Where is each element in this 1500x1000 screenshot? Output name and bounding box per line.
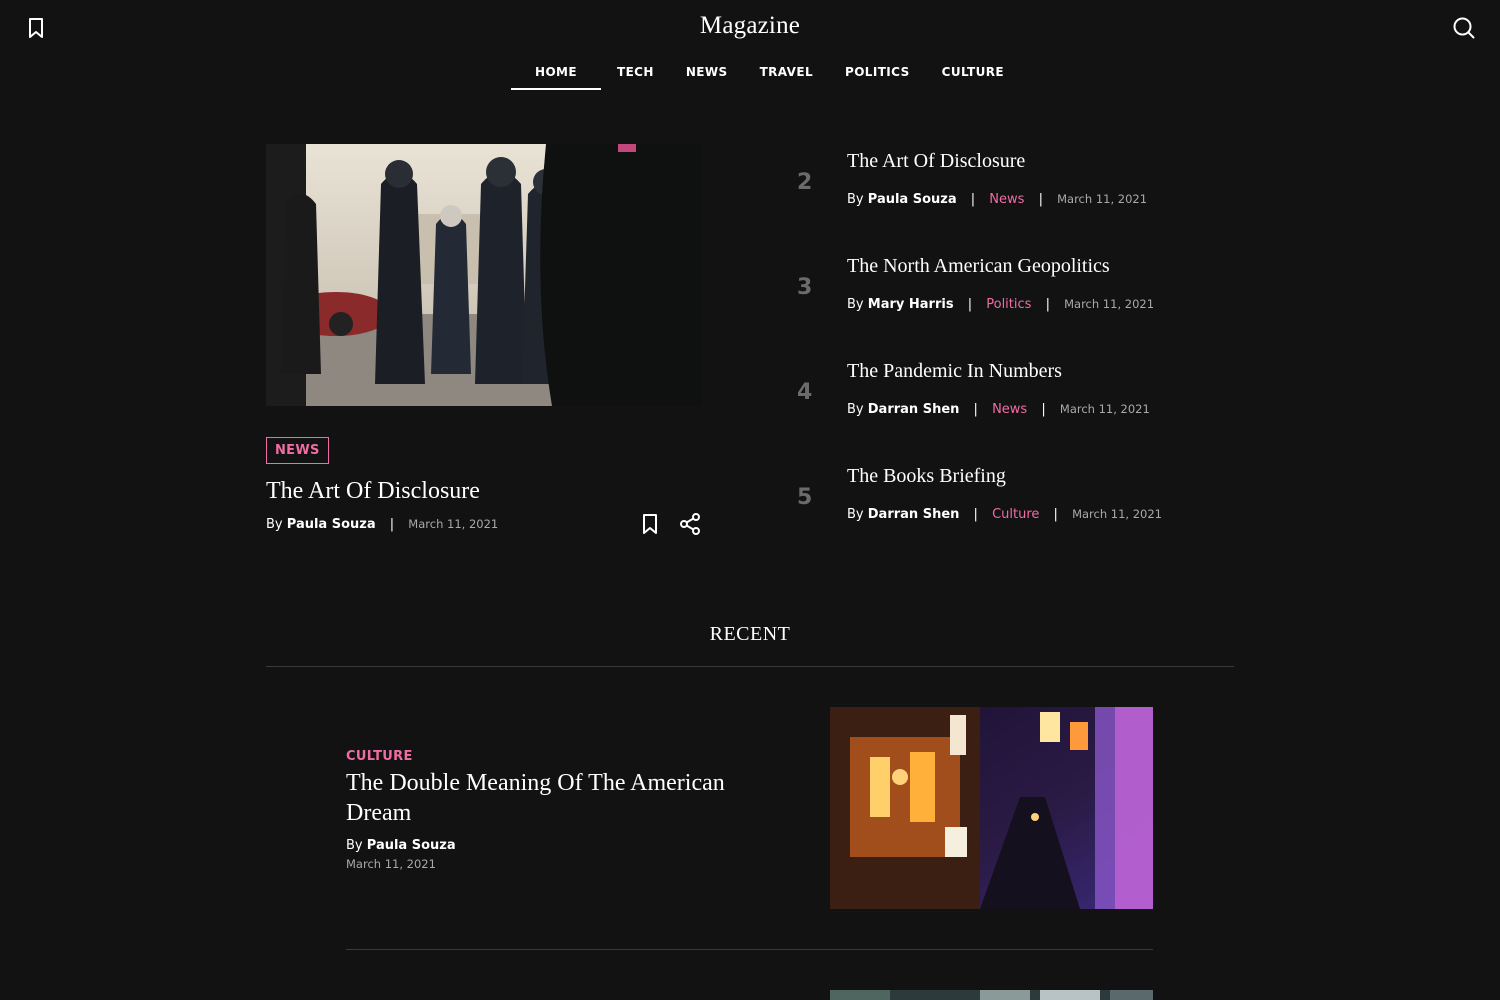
- byline-prefix: By: [847, 402, 864, 417]
- byline-separator: |: [973, 402, 978, 417]
- publish-date: March 11, 2021: [1064, 297, 1155, 311]
- article-byline: By Mary Harris | Politics | March 11, 20…: [847, 297, 1154, 312]
- article-byline: By Darran Shen | Culture | March 11, 202…: [847, 507, 1162, 522]
- rank-number: 2: [797, 170, 813, 195]
- nav-item-culture[interactable]: CULTURE: [926, 55, 1020, 90]
- rank-number: 3: [797, 275, 813, 300]
- byline-separator: |: [1045, 297, 1050, 312]
- nav-item-news[interactable]: NEWS: [670, 55, 744, 90]
- publish-date: March 11, 2021: [346, 857, 436, 871]
- author-name[interactable]: Paula Souza: [287, 517, 376, 532]
- article-title[interactable]: The Books Briefing: [847, 465, 1006, 488]
- byline-separator: |: [967, 297, 973, 312]
- article-image[interactable]: [830, 707, 1153, 909]
- main-nav: HOME TECH NEWS TRAVEL POLITICS CULTURE: [511, 55, 1020, 91]
- bookmark-icon[interactable]: [638, 512, 662, 536]
- article-title[interactable]: The Pandemic In Numbers: [847, 360, 1062, 383]
- category-link[interactable]: News: [992, 402, 1027, 417]
- article-image[interactable]: [830, 990, 1153, 1000]
- author-name[interactable]: Darran Shen: [868, 402, 960, 417]
- article-byline: By Paula Souza | News | March 11, 2021: [847, 192, 1147, 207]
- nav-item-tech[interactable]: TECH: [601, 55, 670, 90]
- rank-number: 5: [797, 485, 813, 510]
- byline-prefix: By: [847, 192, 864, 207]
- byline-prefix: By: [847, 507, 864, 522]
- byline-separator: |: [1041, 402, 1046, 417]
- divider: [266, 666, 1234, 667]
- nav-item-politics[interactable]: POLITICS: [829, 55, 926, 90]
- category-link[interactable]: Politics: [986, 297, 1031, 312]
- author-name[interactable]: Paula Souza: [367, 838, 456, 853]
- nav-item-home[interactable]: HOME: [511, 55, 601, 90]
- featured-title[interactable]: The Art Of Disclosure: [266, 478, 480, 505]
- article-title[interactable]: The Double Meaning Of The American Dream: [346, 768, 766, 828]
- share-icon[interactable]: [678, 512, 702, 536]
- featured-image[interactable]: [266, 144, 702, 406]
- category-link[interactable]: News: [989, 192, 1024, 207]
- article-title[interactable]: The Art Of Disclosure: [847, 150, 1025, 173]
- category-link[interactable]: CULTURE: [346, 749, 413, 764]
- article-byline: By Darran Shen | News | March 11, 2021: [847, 402, 1150, 417]
- search-icon[interactable]: [1452, 16, 1476, 40]
- article-byline: By Paula Souza: [346, 838, 456, 853]
- divider: [346, 949, 1153, 950]
- nav-item-travel[interactable]: TRAVEL: [744, 55, 829, 90]
- byline-separator: |: [389, 517, 395, 532]
- byline-separator: |: [1053, 507, 1058, 522]
- author-name[interactable]: Paula Souza: [868, 192, 957, 207]
- byline-separator: |: [970, 192, 976, 207]
- byline-prefix: By: [266, 517, 283, 532]
- publish-date: March 11, 2021: [408, 517, 499, 531]
- publish-date: March 11, 2021: [1059, 402, 1150, 416]
- category-link[interactable]: Culture: [992, 507, 1039, 522]
- publish-date: March 11, 2021: [1057, 192, 1148, 206]
- byline-separator: |: [1038, 192, 1043, 207]
- featured-tag[interactable]: NEWS: [266, 437, 329, 464]
- publish-date: March 11, 2021: [1072, 507, 1163, 521]
- byline-prefix: By: [346, 838, 363, 853]
- rank-number: 4: [797, 380, 813, 405]
- byline-separator: |: [973, 507, 978, 522]
- site-brand[interactable]: Magazine: [0, 12, 1500, 40]
- article-title[interactable]: The North American Geopolitics: [847, 255, 1110, 278]
- section-heading: RECENT: [709, 623, 791, 645]
- author-name[interactable]: Mary Harris: [868, 297, 954, 312]
- byline-prefix: By: [847, 297, 864, 312]
- featured-byline: By Paula Souza | March 11, 2021: [266, 517, 498, 532]
- author-name[interactable]: Darran Shen: [868, 507, 960, 522]
